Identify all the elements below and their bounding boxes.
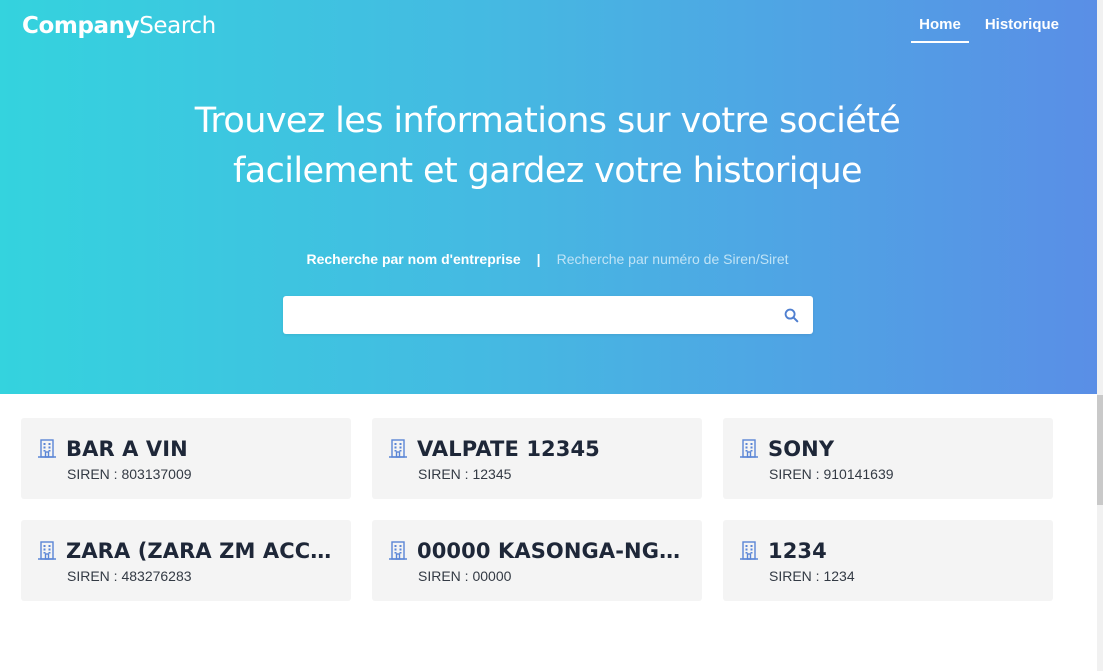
company-name: 00000 KASONGA-NGALULA [417,539,687,563]
hero-title: Trouvez les informations sur votre socié… [0,96,1095,196]
building-icon [389,439,407,458]
company-siren: SIREN : 910141639 [769,466,894,482]
company-name: VALPATE 12345 [417,437,600,461]
top-nav: Home Historique [895,16,1059,43]
nav-history-link[interactable]: Historique [985,16,1059,41]
company-siren: SIREN : 12345 [418,466,512,482]
building-icon [740,541,758,560]
hero-banner: CompanySearch Home Historique Trouvez le… [0,0,1103,394]
building-icon [38,439,56,458]
building-icon [38,541,56,560]
search-icon [784,308,798,322]
company-card[interactable]: BAR A VIN SIREN : 803137009 [21,418,351,499]
company-card[interactable]: ZARA (ZARA ZM ACCESSOIRES) SIREN : 48327… [21,520,351,601]
page-scrollbar[interactable] [1097,0,1103,671]
company-card[interactable]: VALPATE 12345 SIREN : 12345 [372,418,702,499]
company-name: BAR A VIN [66,437,188,461]
search-box [283,296,813,334]
company-card[interactable]: 00000 KASONGA-NGALULA SIREN : 00000 [372,520,702,601]
building-icon [389,541,407,560]
page: CompanySearch Home Historique Trouvez le… [0,0,1103,671]
brand-logo-part1: Company [22,13,140,39]
building-icon [740,439,758,458]
company-siren: SIREN : 1234 [769,568,855,584]
search-mode-by-number[interactable]: Recherche par numéro de Siren/Siret [557,251,789,267]
company-name: 1234 [768,539,827,563]
brand-logo[interactable]: CompanySearch [22,13,216,39]
page-scrollbar-thumb[interactable] [1097,395,1103,505]
search-button[interactable] [777,302,805,328]
nav-home-link[interactable]: Home [911,16,969,43]
search-mode-by-name[interactable]: Recherche par nom d'entreprise [306,251,520,267]
company-name: ZARA (ZARA ZM ACCESSOIRES) [66,539,336,563]
company-siren: SIREN : 00000 [418,568,512,584]
results-grid: BAR A VIN SIREN : 803137009 VALPATE 1234… [21,418,1061,601]
company-siren: SIREN : 483276283 [67,568,192,584]
hero-title-line1: Trouvez les informations sur votre socié… [194,101,901,141]
search-mode-separator: | [536,251,541,267]
company-card[interactable]: 1234 SIREN : 1234 [723,520,1053,601]
hero-title-line2: facilement et gardez votre historique [233,151,863,191]
company-name: SONY [768,437,835,461]
company-card[interactable]: SONY SIREN : 910141639 [723,418,1053,499]
brand-logo-part2: Search [139,13,216,39]
search-input[interactable] [283,296,763,334]
company-siren: SIREN : 803137009 [67,466,192,482]
search-mode-switch: Recherche par nom d'entreprise | Recherc… [0,251,1095,267]
